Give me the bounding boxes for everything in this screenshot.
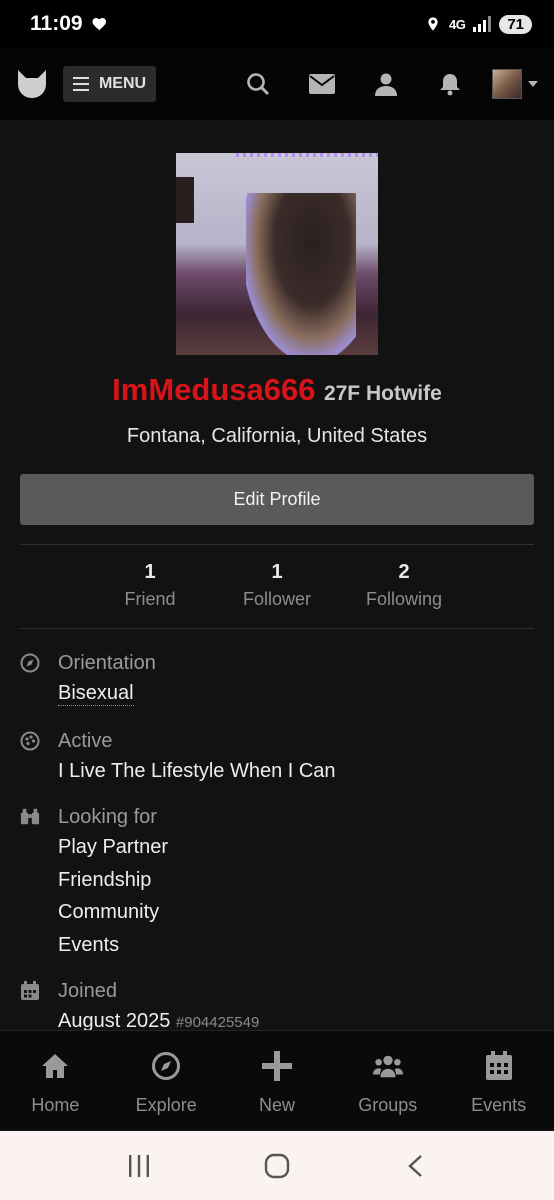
member-id: #904425549 [175, 1014, 260, 1031]
calendar-icon [20, 981, 40, 1001]
nav-groups[interactable]: Groups [332, 1031, 443, 1130]
heart-icon [92, 18, 106, 31]
location-icon [428, 17, 438, 31]
nav-label: New [258, 1095, 295, 1115]
battery-badge: 71 [499, 14, 532, 34]
menu-label: MENU [98, 75, 147, 92]
bottom-nav: Home Explore New Groups Events [0, 1030, 554, 1130]
nav-home[interactable]: Home [0, 1031, 111, 1130]
home-system-button[interactable] [257, 1146, 297, 1186]
compass-icon [20, 653, 40, 673]
binoculars-icon [20, 807, 40, 827]
network-indicator: 4G [448, 16, 466, 32]
active-section: Active I Live The Lifestyle When I Can [20, 727, 534, 788]
stat-following[interactable]: 2 Following [341, 561, 468, 610]
hamburger-icon [72, 77, 89, 91]
home-circle-icon [264, 1153, 290, 1178]
age-sex-role: 27F Hotwife [323, 382, 442, 405]
home-icon [40, 1051, 70, 1081]
profile-heading: ImMedusa666 27F Hotwife [0, 372, 554, 408]
compass-icon [151, 1051, 181, 1081]
profile-button[interactable] [354, 60, 418, 108]
recents-icon [129, 1154, 149, 1177]
stat-label: Friend [124, 589, 176, 609]
nav-label: Explore [135, 1095, 197, 1115]
top-nav: MENU [0, 48, 554, 120]
orientation-value[interactable]: Bisexual [58, 682, 134, 706]
stats-row: 1 Friend 1 Follower 2 Following [20, 561, 534, 610]
orientation-title: Orientation [58, 651, 156, 674]
stat-count: 1 [271, 561, 283, 583]
profile-photo[interactable] [176, 153, 378, 355]
search-button[interactable] [226, 60, 290, 108]
avatar [492, 69, 522, 99]
palette-icon [20, 731, 40, 751]
stat-count: 2 [398, 561, 410, 583]
looking-for-item: Events [58, 933, 120, 956]
stat-label: Follower [242, 589, 312, 609]
looking-for-item: Friendship [58, 868, 152, 891]
envelope-icon [309, 74, 335, 94]
divider [20, 544, 534, 545]
user-icon [375, 73, 397, 96]
status-time: 11:09 [30, 12, 83, 35]
stat-count: 1 [144, 561, 156, 583]
status-bar: 11:09 4G 71 [0, 0, 554, 48]
looking-for-title: Looking for [58, 805, 157, 828]
notifications-button[interactable] [418, 60, 482, 108]
profile-location: Fontana, California, United States [126, 425, 428, 447]
recent-apps-button[interactable] [119, 1146, 159, 1186]
nav-label: Events [471, 1095, 527, 1115]
menu-button[interactable]: MENU [63, 66, 156, 102]
stat-followers[interactable]: 1 Follower [214, 561, 341, 610]
edit-profile-button[interactable]: Edit Profile [20, 474, 534, 525]
back-button[interactable] [395, 1146, 435, 1186]
search-icon [247, 73, 270, 96]
stat-friends[interactable]: 1 Friend [87, 561, 214, 610]
nav-label: Groups [358, 1095, 418, 1115]
divider [20, 628, 534, 629]
back-icon [408, 1154, 422, 1177]
joined-date: August 2025 [58, 1010, 171, 1032]
signal-icon [473, 16, 492, 32]
orientation-section: Orientation Bisexual [20, 649, 534, 710]
looking-for-section: Looking for Play Partner Friendship Comm… [20, 803, 534, 961]
bell-icon [440, 74, 460, 96]
nav-label: Home [31, 1095, 80, 1115]
looking-for-item: Play Partner [58, 836, 169, 858]
username: ImMedusa666 [112, 372, 316, 407]
looking-for-item: Community [58, 901, 160, 923]
nav-new[interactable]: New [222, 1031, 333, 1130]
active-value: I Live The Lifestyle When I Can [58, 760, 336, 782]
nav-events[interactable]: Events [443, 1031, 554, 1130]
chevron-down-icon [528, 81, 538, 87]
stat-label: Following [365, 589, 443, 609]
calendar-icon [484, 1051, 514, 1081]
nav-explore[interactable]: Explore [111, 1031, 222, 1130]
messages-button[interactable] [290, 60, 354, 108]
plus-icon [261, 1051, 292, 1081]
account-dropdown[interactable] [492, 69, 538, 99]
system-nav-bar [0, 1131, 554, 1200]
active-title: Active [58, 729, 113, 752]
joined-title: Joined [58, 979, 117, 1002]
fox-logo-icon[interactable] [16, 68, 48, 100]
groups-icon [372, 1051, 403, 1081]
